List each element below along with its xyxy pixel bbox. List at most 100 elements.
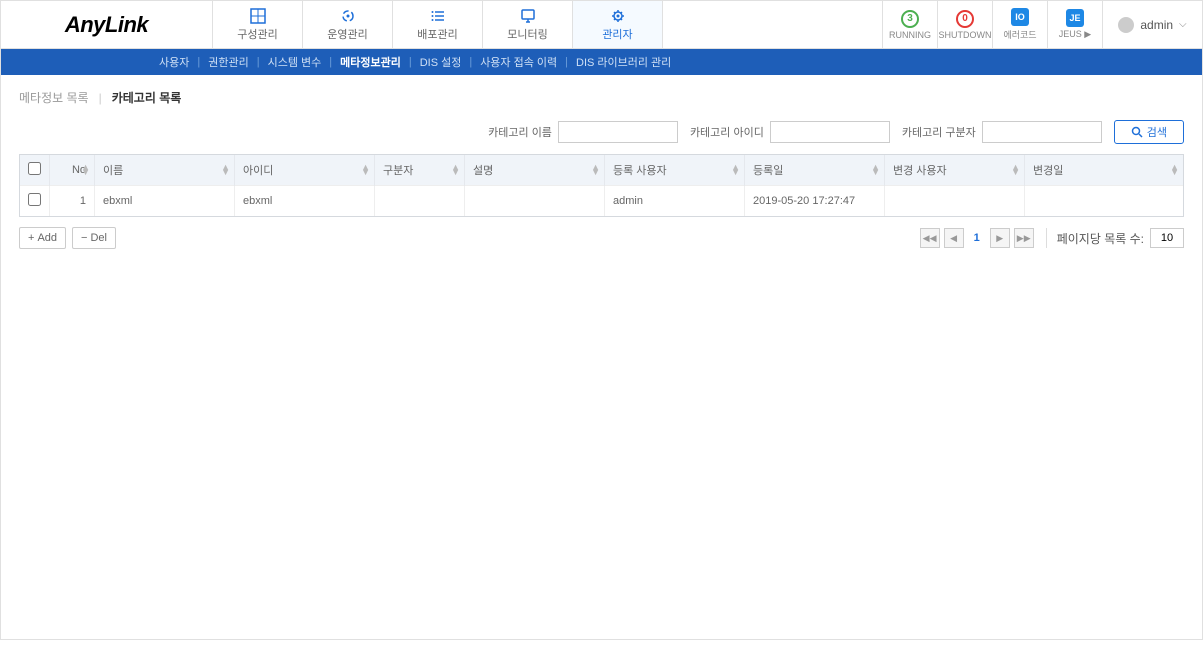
breadcrumb: 메타정보 목록 | 카테고리 목록 [1, 75, 1202, 120]
sort-icon: ▲▼ [81, 165, 90, 175]
status-errorcode[interactable]: IO 에러코드 [992, 1, 1047, 48]
main-tab-label: 운영관리 [327, 26, 367, 42]
sort-icon: ▲▼ [361, 165, 370, 175]
search-button[interactable]: 검색 [1114, 120, 1184, 144]
sub-nav-sysvar[interactable]: 시스템 변수 [260, 54, 330, 70]
gear-icon [610, 8, 626, 24]
main-tab-admin[interactable]: 관리자 [573, 1, 663, 48]
logo[interactable]: AnyLink [1, 1, 213, 48]
jeus-label: JEUS ▶ [1059, 29, 1091, 40]
cell-regdate: 2019-05-20 17:27:47 [745, 186, 885, 217]
main-tabs: 구성관리 운영관리 배포관리 모니터링 [213, 1, 663, 48]
del-button[interactable]: − Del [72, 227, 116, 249]
sort-icon: ▲▼ [451, 165, 460, 175]
cell-moduser [885, 186, 1025, 217]
sub-nav-user[interactable]: 사용자 [151, 54, 197, 70]
header-no[interactable]: No▲▼ [50, 155, 95, 186]
add-button[interactable]: + Add [19, 227, 66, 249]
main-tab-monitoring[interactable]: 모니터링 [483, 1, 573, 48]
sub-nav-dis[interactable]: DIS 설정 [412, 54, 470, 70]
main-tab-label: 관리자 [602, 26, 632, 42]
header-sep[interactable]: 구분자▲▼ [375, 155, 465, 186]
search-name-input[interactable] [558, 121, 678, 143]
search-id-label: 카테고리 아이디 [690, 124, 764, 140]
running-count-icon: 3 [901, 10, 919, 28]
rotate-icon [340, 8, 356, 24]
main-tab-label: 배포관리 [417, 26, 457, 42]
list-icon [430, 8, 446, 24]
pager-first[interactable]: ◀◀ [920, 228, 940, 248]
header-checkbox [20, 155, 50, 186]
sort-icon: ▲▼ [221, 165, 230, 175]
sort-icon: ▲▼ [731, 165, 740, 175]
running-label: RUNNING [889, 30, 931, 40]
errorcode-icon: IO [1011, 8, 1029, 26]
header-desc[interactable]: 설명▲▼ [465, 155, 605, 186]
status-group: 3 RUNNING 0 SHUTDOWN IO 에러코드 JE JEUS ▶ [882, 1, 1102, 48]
cell-no: 1 [50, 186, 95, 217]
top-header: AnyLink 구성관리 운영관리 배포관리 [1, 1, 1202, 49]
pager-prev[interactable]: ◀ [944, 228, 964, 248]
header-reguser[interactable]: 등록 사용자▲▼ [605, 155, 745, 186]
breadcrumb-category-list: 카테고리 목록 [112, 89, 182, 106]
row-checkbox[interactable] [28, 193, 41, 206]
cell-desc [465, 186, 605, 217]
pagesize-input[interactable] [1150, 228, 1184, 248]
cell-name: ebxml [95, 186, 235, 217]
grid-icon [250, 8, 266, 24]
shutdown-label: SHUTDOWN [939, 30, 992, 40]
user-avatar-icon [1118, 17, 1134, 33]
sub-nav-meta[interactable]: 메타정보관리 [332, 54, 409, 70]
main-tab-operation[interactable]: 운영관리 [303, 1, 393, 48]
sub-nav-auth[interactable]: 권한관리 [200, 54, 256, 70]
table-footer: + Add − Del ◀◀ ◀ 1 ▶ ▶▶ 페이지당 목록 수: [1, 217, 1202, 259]
user-name: admin [1140, 18, 1173, 32]
sort-icon: ▲▼ [1170, 165, 1179, 175]
sub-nav-loginhist[interactable]: 사용자 접속 이력 [472, 54, 565, 70]
header-regdate[interactable]: 등록일▲▼ [745, 155, 885, 186]
sub-nav-dislib[interactable]: DIS 라이브러리 관리 [568, 54, 679, 70]
header-moduser[interactable]: 변경 사용자▲▼ [885, 155, 1025, 186]
header-name[interactable]: 이름▲▼ [95, 155, 235, 186]
header-moddate[interactable]: 변경일▲▼ [1025, 155, 1184, 186]
monitor-icon [520, 8, 536, 24]
sort-icon: ▲▼ [591, 165, 600, 175]
search-sep-label: 카테고리 구분자 [902, 124, 976, 140]
pager-last[interactable]: ▶▶ [1014, 228, 1034, 248]
status-jeus[interactable]: JE JEUS ▶ [1047, 1, 1102, 48]
cell-moddate [1025, 186, 1184, 217]
status-running[interactable]: 3 RUNNING [882, 1, 937, 48]
breadcrumb-meta-list[interactable]: 메타정보 목록 [19, 89, 89, 106]
select-all-checkbox[interactable] [28, 162, 41, 175]
add-button-label: Add [37, 232, 57, 244]
shutdown-count-icon: 0 [956, 10, 974, 28]
sort-icon: ▲▼ [871, 165, 880, 175]
search-bar: 카테고리 이름 카테고리 아이디 카테고리 구분자 검색 [1, 120, 1202, 154]
table-row[interactable]: 1 ebxml ebxml admin 2019-05-20 17:27:47 [20, 186, 1183, 217]
pagesize-label: 페이지당 목록 수: [1057, 230, 1144, 247]
data-table: No▲▼ 이름▲▼ 아이디▲▼ 구분자▲▼ 설명▲▼ 등록 사용자▲▼ 등록일▲… [19, 154, 1184, 217]
cell-reguser: admin [605, 186, 745, 217]
sort-icon: ▲▼ [1011, 165, 1020, 175]
search-sep-input[interactable] [982, 121, 1102, 143]
search-id-input[interactable] [770, 121, 890, 143]
main-tab-config[interactable]: 구성관리 [213, 1, 303, 48]
search-field-sep: 카테고리 구분자 [902, 121, 1102, 143]
search-button-label: 검색 [1147, 124, 1167, 140]
header-id[interactable]: 아이디▲▼ [235, 155, 375, 186]
pager: ◀◀ ◀ 1 ▶ ▶▶ [920, 228, 1034, 248]
jeus-icon: JE [1066, 9, 1084, 27]
user-menu[interactable]: admin ⌵ [1102, 1, 1202, 48]
cell-sep [375, 186, 465, 217]
errorcode-label: 에러코드 [1003, 28, 1036, 41]
status-shutdown[interactable]: 0 SHUTDOWN [937, 1, 992, 48]
main-tab-label: 구성관리 [237, 26, 277, 42]
cell-id: ebxml [235, 186, 375, 217]
search-name-label: 카테고리 이름 [488, 124, 552, 140]
table-header-row: No▲▼ 이름▲▼ 아이디▲▼ 구분자▲▼ 설명▲▼ 등록 사용자▲▼ 등록일▲… [20, 155, 1183, 186]
search-field-id: 카테고리 아이디 [690, 121, 890, 143]
del-button-label: Del [90, 232, 107, 244]
pager-next[interactable]: ▶ [990, 228, 1010, 248]
main-tab-deploy[interactable]: 배포관리 [393, 1, 483, 48]
search-field-name: 카테고리 이름 [488, 121, 678, 143]
